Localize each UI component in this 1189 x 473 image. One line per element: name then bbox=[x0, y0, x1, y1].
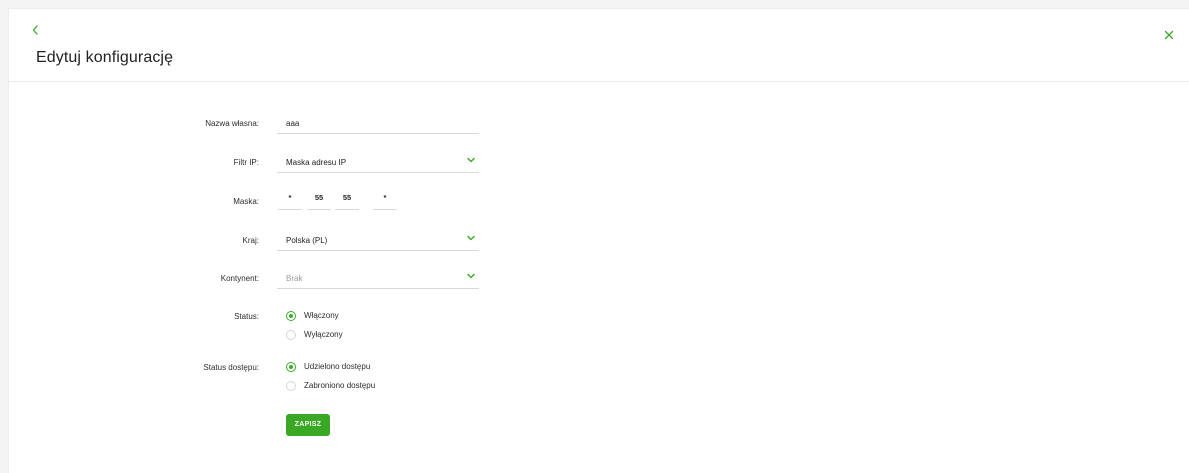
mask-octet-4[interactable]: * bbox=[373, 191, 397, 210]
close-button[interactable] bbox=[1163, 28, 1175, 40]
access-radio-denied-label: Zabroniono dostępu bbox=[304, 381, 376, 390]
access-radio-granted-label: Udzielono dostępu bbox=[304, 362, 371, 371]
chevron-left-icon bbox=[32, 25, 38, 35]
radio-unchecked-icon bbox=[286, 330, 296, 340]
name-input-value: aaa bbox=[286, 119, 300, 128]
save-button[interactable]: ZAPISZ bbox=[286, 414, 330, 436]
continent-value: Brak bbox=[286, 274, 303, 283]
status-radio-disabled-label: Wyłączony bbox=[304, 330, 343, 339]
mask-octet-2[interactable]: 55 bbox=[307, 191, 331, 210]
radio-checked-icon bbox=[286, 311, 296, 321]
chevron-down-icon bbox=[467, 157, 475, 163]
country-label: Kraj: bbox=[242, 236, 259, 245]
name-input[interactable]: aaa bbox=[277, 114, 479, 134]
chevron-down-icon bbox=[467, 235, 475, 241]
close-icon bbox=[1164, 30, 1174, 40]
page-title: Edytuj konfigurację bbox=[36, 49, 174, 66]
status-label: Status: bbox=[234, 312, 259, 321]
page-header: Edytuj konfigurację bbox=[9, 9, 1189, 82]
edit-configuration-card: Edytuj konfigurację Nazwa własna: aaa Fi… bbox=[8, 8, 1189, 473]
status-radio-enabled-label: Włączony bbox=[304, 311, 339, 320]
chevron-down-icon bbox=[467, 273, 475, 279]
mask-label: Maska: bbox=[233, 197, 259, 206]
mask-octet-3[interactable]: 55 bbox=[335, 191, 359, 210]
back-button[interactable] bbox=[29, 23, 43, 37]
country-select[interactable]: Polska (PL) bbox=[277, 231, 479, 251]
name-label: Nazwa własna: bbox=[205, 119, 259, 128]
radio-checked-icon bbox=[286, 362, 296, 372]
continent-label: Kontynent: bbox=[220, 274, 259, 283]
ip-filter-label: Filtr IP: bbox=[233, 158, 259, 167]
ip-filter-value: Maska adresu IP bbox=[286, 158, 347, 167]
mask-octet-1[interactable]: * bbox=[278, 191, 302, 210]
ip-filter-select[interactable]: Maska adresu IP bbox=[277, 153, 479, 173]
radio-unchecked-icon bbox=[286, 381, 296, 391]
country-value: Polska (PL) bbox=[286, 236, 328, 245]
continent-select[interactable]: Brak bbox=[277, 269, 479, 289]
access-status-label: Status dostępu: bbox=[203, 363, 259, 372]
